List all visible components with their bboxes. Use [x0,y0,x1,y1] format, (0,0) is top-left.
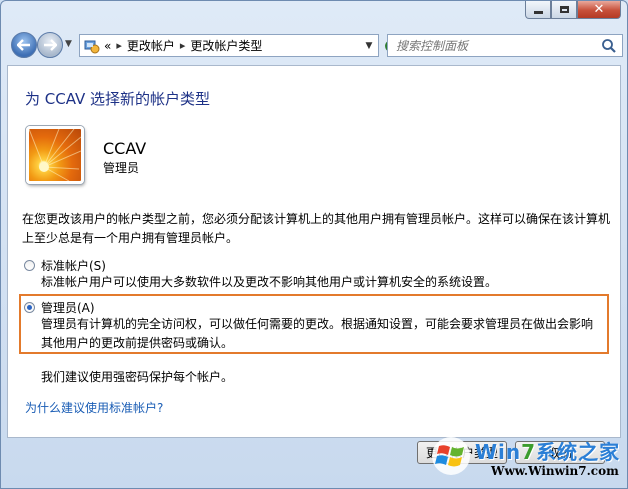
control-panel-icon [84,40,100,53]
forward-button[interactable] [37,32,63,58]
back-button[interactable] [11,32,37,58]
watermark-title-digit: 7 [521,440,537,464]
address-dropdown-icon[interactable]: ▼ [360,41,378,51]
minimize-icon [533,10,543,14]
administrator-option[interactable]: 管理员(A) [24,299,95,316]
breadcrumb-item-change-account[interactable]: 更改帐户 [127,37,175,54]
site-watermark: Win7系统之家 Www.Winwin7.com [429,434,625,486]
watermark-title: Win7系统之家 [475,436,620,465]
watermark-title-prefix: Win [475,440,522,464]
why-standard-account-link[interactable]: 为什么建议使用标准帐户? [25,399,163,416]
main-content: 为 CCAV 选择新的帐户类型 CCAV 管理员 在您更改该用户的帐户类型之前，… [7,65,621,438]
navigation-bar: ▼ « ▸ 更改帐户 ▸ 更改帐户类型 ▼ [7,31,623,61]
password-recommendation: 我们建议使用强密码保护每个帐户。 [41,370,234,384]
title-bar-buttons: ✕ [525,1,621,19]
intro-text: 在您更改该用户的帐户类型之前，您必须分配该计算机上的其他用户拥有管理员帐户。这样… [22,212,611,245]
maximize-button[interactable] [551,1,577,19]
search-icon[interactable] [600,37,618,55]
breadcrumb-separator-icon[interactable]: ▸ [116,39,122,52]
watermark-url: Www.Winwin7.com [491,464,619,478]
breadcrumb-overflow[interactable]: « [104,39,111,53]
administrator-description: 管理员有计算机的完全访问权，可以做任何需要的更改。根据通知设置，可能会要求管理员… [41,317,594,350]
standard-account-radio[interactable] [24,260,35,271]
control-panel-window: ✕ ▼ « ▸ 更改帐户 ▸ 更改帐户类型 ▼ 搜索控制面板 为 CCAV 选择… [0,0,628,489]
standard-account-option[interactable]: 标准帐户(S) [24,257,106,274]
administrator-radio[interactable] [24,302,35,313]
back-arrow-icon [17,39,30,51]
search-input[interactable] [388,37,600,54]
administrator-label[interactable]: 管理员(A) [41,299,95,316]
recent-pages-dropdown[interactable]: ▼ [65,39,72,49]
maximize-icon [559,6,569,13]
close-icon: ✕ [593,2,605,17]
close-button[interactable]: ✕ [577,1,621,19]
minimize-button[interactable] [525,1,551,19]
user-name: CCAV [103,139,147,158]
radio-selected-dot [27,305,32,310]
user-role: 管理员 [103,161,140,175]
search-box[interactable] [387,34,623,57]
address-bar[interactable]: « ▸ 更改帐户 ▸ 更改帐户类型 ▼ [79,34,379,57]
breadcrumb-item-change-account-type[interactable]: 更改帐户类型 [190,37,262,54]
watermark-title-suffix: 系统之家 [536,440,621,464]
standard-account-label[interactable]: 标准帐户(S) [41,257,106,274]
windows-logo-icon [432,437,470,475]
forward-arrow-icon [44,39,57,51]
standard-account-description: 标准帐户用户可以使用大多数软件以及更改不影响其他用户或计算机安全的系统设置。 [41,275,498,289]
flower-avatar-icon [26,126,84,184]
breadcrumb-separator-icon[interactable]: ▸ [180,39,186,52]
page-title: 为 CCAV 选择新的帐户类型 [25,90,211,108]
